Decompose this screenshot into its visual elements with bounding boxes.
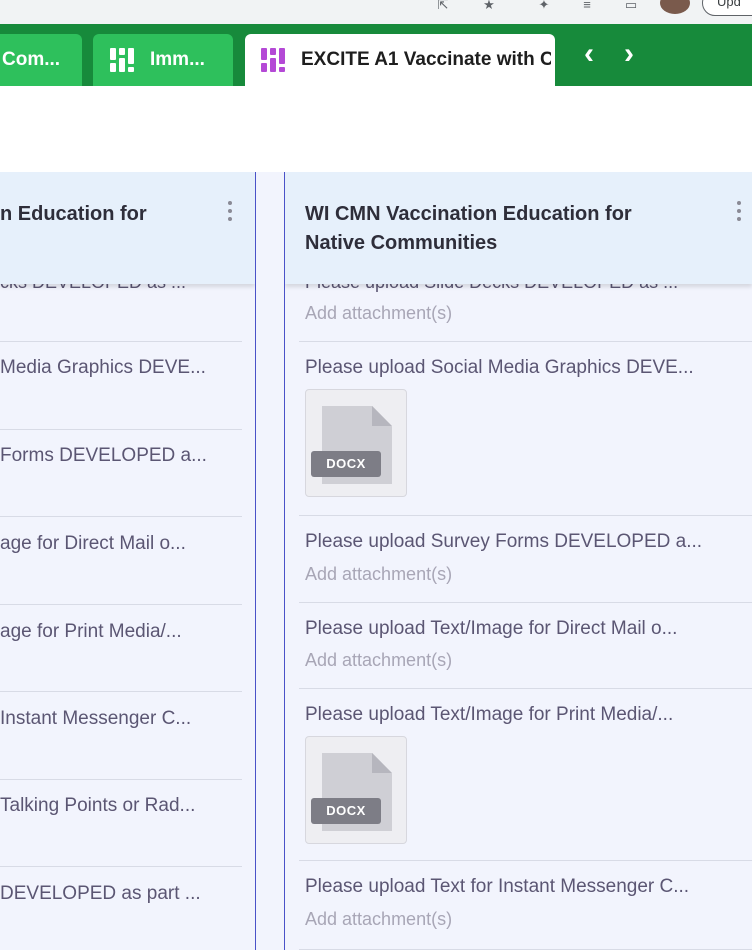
list-item[interactable]: Please upload Text for Instant Messenger… [299,861,752,950]
row-title: Talking Points or Rad... [0,795,196,816]
update-button[interactable]: Upd [702,0,752,16]
column-title: n Education for [0,203,147,225]
row-title: Please upload Social Media Graphics DEVE… [305,357,694,378]
docx-attachment[interactable]: DOCX [305,736,407,844]
add-attachment-link[interactable]: Add attachment(s) [305,564,452,585]
row-title: Media Graphics DEVE... [0,357,206,378]
list-item[interactable]: Please upload Text/Image for Direct Mail… [299,603,752,689]
tab-imm[interactable]: Imm... [93,34,233,86]
tab-excite-a1[interactable]: EXCITE A1 Vaccinate with C [245,34,555,86]
column-header: n Education for [0,172,255,284]
profile-avatar[interactable] [660,0,690,14]
list-item[interactable]: DEVELOPED as part ... [0,867,242,950]
chevron-right-icon[interactable]: › [614,39,644,70]
list-item[interactable]: Please upload Survey Forms DEVELOPED a..… [299,516,752,603]
more-options-icon[interactable] [735,201,743,225]
row-title: Please upload Survey Forms DEVELOPED a..… [305,531,703,552]
file-type-badge: DOCX [311,451,381,477]
column-header: WI CMN Vaccination Education for Native … [285,172,752,284]
board-column-left: n Education for cks DEVELOPED as ... Med… [0,172,255,950]
file-type-badge: DOCX [311,798,381,824]
list-item[interactable]: Please upload Text/Image for Print Media… [299,689,752,861]
list-item[interactable]: age for Direct Mail o... [0,517,242,605]
chevron-left-icon[interactable]: ‹ [574,39,604,70]
row-title: Please upload Text/Image for Print Media… [305,704,674,725]
row-title: age for Direct Mail o... [0,533,186,554]
more-options-icon[interactable] [226,201,234,225]
side-panel-icon[interactable]: ▭ [622,0,640,14]
extensions-icon[interactable]: ✦ [535,0,553,14]
column-divider [255,172,256,950]
add-attachment-link[interactable]: Add attachment(s) [305,303,452,324]
row-title: Please upload Text/Image for Direct Mail… [305,618,678,639]
list-item[interactable]: Forms DEVELOPED a... [0,430,242,517]
list-item[interactable]: Instant Messenger C... [0,692,242,780]
tab-com[interactable]: Com... [0,34,82,86]
list-item[interactable]: age for Print Media/... [0,605,242,692]
tab-label: Com... [2,49,61,70]
row-title: age for Print Media/... [0,621,182,642]
list-item[interactable]: Media Graphics DEVE... [0,342,242,430]
row-title: Forms DEVELOPED a... [0,445,207,466]
list-item[interactable]: Talking Points or Rad... [0,780,242,867]
column-title: WI CMN Vaccination Education for Native … [305,203,632,254]
add-attachment-link[interactable]: Add attachment(s) [305,909,452,930]
tab-label: Imm... [150,49,205,70]
app-grid-icon [259,45,289,75]
app-grid-icon [108,45,138,75]
workspace-tab-bar: Com... Imm... EXCITE A1 Vaccinate with C… [0,24,752,86]
row-title: Instant Messenger C... [0,708,192,729]
list-item[interactable]: Please upload Social Media Graphics DEVE… [299,342,752,516]
add-attachment-link[interactable]: Add attachment(s) [305,650,452,671]
browser-toolbar: ⇱ ★ ✦ ≡ ▭ Upd [0,0,752,24]
row-title: Please upload Text for Instant Messenger… [305,876,690,897]
row-title: DEVELOPED as part ... [0,883,201,904]
bookmark-star-icon[interactable]: ★ [480,0,498,14]
share-icon[interactable]: ⇱ [434,0,452,14]
tab-label: EXCITE A1 Vaccinate with C [301,49,551,70]
docx-attachment[interactable]: DOCX [305,389,407,497]
media-icon[interactable]: ≡ [578,0,596,14]
board-column-right: WI CMN Vaccination Education for Native … [285,172,752,950]
